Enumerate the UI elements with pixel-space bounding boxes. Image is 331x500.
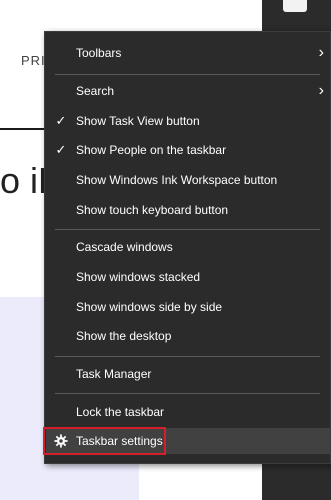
- chevron-right-icon: ›: [318, 82, 324, 99]
- menu-item-show-windows-side-by-side[interactable]: Show windows side by side: [46, 294, 330, 320]
- menu-item-taskbar-settings[interactable]: Taskbar settings: [46, 428, 330, 454]
- menu-separator: [55, 74, 320, 75]
- menu-item-label: Show touch keyboard button: [76, 203, 229, 217]
- checkmark-icon: ✓: [55, 113, 67, 128]
- menu-item-show-windows-stacked[interactable]: Show windows stacked: [46, 264, 330, 290]
- background-divider: [0, 128, 50, 130]
- menu-item-label: Show windows side by side: [76, 300, 223, 314]
- menu-item-label: Task Manager: [76, 367, 152, 381]
- menu-item-label: Lock the taskbar: [76, 405, 165, 419]
- menu-item-lock-the-taskbar[interactable]: Lock the taskbar: [46, 399, 330, 425]
- menu-item-label: Show People on the taskbar: [76, 143, 227, 157]
- menu-item-label: Show the desktop: [76, 329, 172, 343]
- menu-item-show-touch-keyboard-button[interactable]: Show touch keyboard button: [46, 197, 330, 223]
- background-tab: [283, 0, 307, 12]
- menu-item-label: Toolbars: [76, 46, 122, 60]
- menu-separator: [55, 356, 320, 357]
- menu-separator: [55, 393, 320, 394]
- menu-item-show-task-view-button[interactable]: ✓ Show Task View button: [46, 108, 330, 134]
- menu-item-label: Show Task View button: [76, 114, 200, 128]
- menu-item-label: Show windows stacked: [76, 270, 201, 284]
- taskbar-context-menu: Toolbars › Search › ✓ Show Task View but…: [44, 31, 331, 464]
- menu-item-show-windows-ink-workspace-button[interactable]: Show Windows Ink Workspace button: [46, 167, 330, 193]
- menu-item-toolbars[interactable]: Toolbars ›: [46, 40, 330, 66]
- menu-separator: [55, 229, 320, 230]
- menu-item-task-manager[interactable]: Task Manager: [46, 361, 330, 387]
- chevron-right-icon: ›: [318, 44, 324, 61]
- menu-item-label: Show Windows Ink Workspace button: [76, 173, 278, 187]
- gear-icon: [54, 434, 68, 448]
- menu-item-label: Search: [76, 84, 115, 98]
- menu-item-show-people-on-taskbar[interactable]: ✓ Show People on the taskbar: [46, 137, 330, 163]
- menu-item-search[interactable]: Search ›: [46, 78, 330, 104]
- menu-item-label: Taskbar settings: [76, 434, 163, 448]
- checkmark-icon: ✓: [55, 142, 67, 157]
- menu-item-label: Cascade windows: [76, 240, 173, 254]
- menu-item-cascade-windows[interactable]: Cascade windows: [46, 234, 330, 260]
- menu-item-show-the-desktop[interactable]: Show the desktop: [46, 323, 330, 349]
